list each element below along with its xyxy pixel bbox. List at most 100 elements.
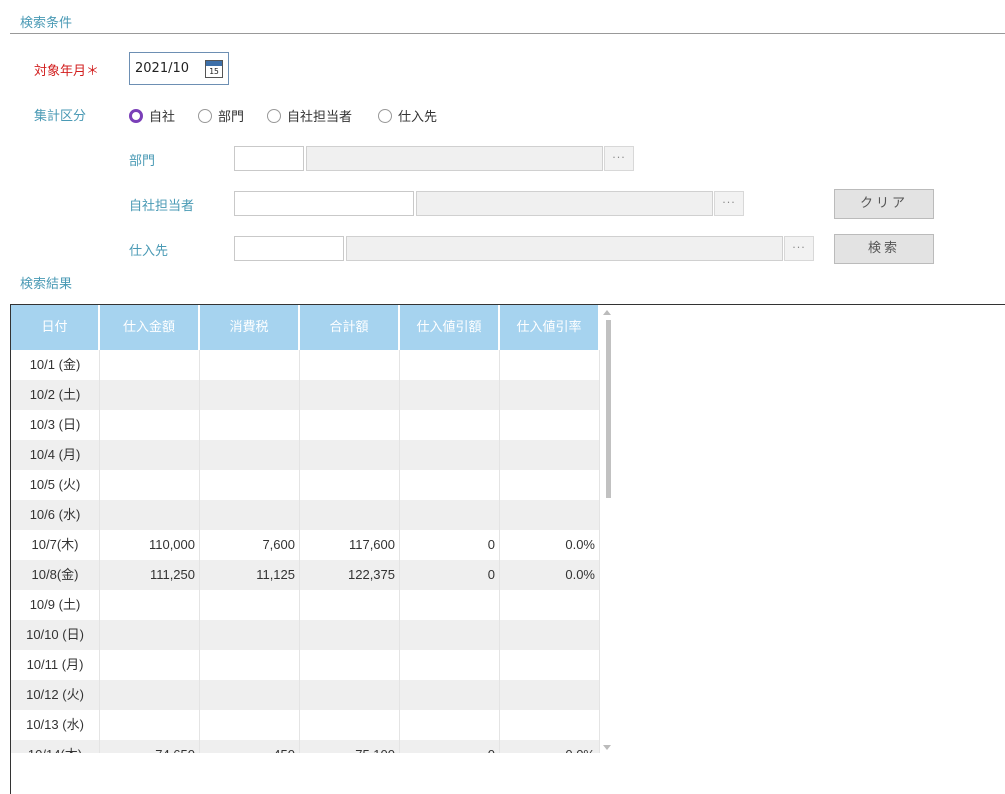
column-header-date[interactable]: 日付 (11, 305, 100, 350)
scroll-up-arrow-icon[interactable] (603, 310, 611, 315)
cell-discount-amount (400, 410, 500, 440)
radio-supplier[interactable]: 仕入先 (378, 106, 437, 125)
cell-discount-rate (500, 440, 600, 470)
radio-unselected-icon (198, 108, 212, 123)
cell-total (300, 590, 400, 620)
scroll-thumb[interactable] (606, 320, 611, 498)
cell-discount-rate: 0.0% (500, 740, 600, 753)
cell-total: 75,100 (300, 740, 400, 753)
target-month-field[interactable]: 2021/10 15 (129, 52, 229, 85)
cell-discount-rate: 0.0% (500, 530, 600, 560)
supplier-code-input[interactable] (234, 236, 344, 261)
column-header-discount-rate[interactable]: 仕入値引率 (500, 305, 600, 350)
scroll-down-arrow-icon[interactable] (603, 745, 611, 750)
cell-discount-amount (400, 680, 500, 710)
cell-discount-amount (400, 500, 500, 530)
cell-purchase-amount (100, 500, 200, 530)
cell-purchase-amount (100, 440, 200, 470)
cell-date: 10/14(木) (11, 740, 100, 753)
table-row[interactable]: 10/13 (水) (11, 710, 600, 740)
cell-tax (200, 440, 300, 470)
cell-tax: 450 (200, 740, 300, 753)
staff-name-display (416, 191, 713, 216)
grid-header: 日付 仕入金額 消費税 合計額 仕入値引額 仕入値引率 (11, 305, 600, 350)
cell-total (300, 440, 400, 470)
cell-purchase-amount (100, 680, 200, 710)
clear-button[interactable]: クリア (834, 189, 934, 219)
table-row[interactable]: 10/7(木) 110,000 7,600 117,600 0 0.0% (11, 530, 600, 560)
cell-discount-amount: 0 (400, 530, 500, 560)
supplier-lookup-button[interactable]: ··· (784, 236, 814, 261)
table-row[interactable]: 10/12 (火) (11, 680, 600, 710)
table-row[interactable]: 10/6 (水) (11, 500, 600, 530)
cell-discount-amount (400, 650, 500, 680)
cell-date: 10/8(金) (11, 560, 100, 590)
cell-discount-rate (500, 710, 600, 740)
cell-discount-rate (500, 680, 600, 710)
cell-discount-amount (400, 590, 500, 620)
table-row[interactable]: 10/10 (日) (11, 620, 600, 650)
department-lookup-button[interactable]: ··· (604, 146, 634, 171)
calendar-icon[interactable]: 15 (205, 60, 223, 78)
table-row[interactable]: 10/1 (金) (11, 350, 600, 380)
cell-purchase-amount (100, 650, 200, 680)
staff-lookup-button[interactable]: ··· (714, 191, 744, 216)
cell-purchase-amount (100, 350, 200, 380)
cell-tax (200, 680, 300, 710)
cell-purchase-amount: 74,650 (100, 740, 200, 753)
cell-total (300, 350, 400, 380)
radio-own-company[interactable]: 自社 (129, 106, 175, 125)
column-header-discount-amount[interactable]: 仕入値引額 (400, 305, 500, 350)
radio-unselected-icon (267, 108, 281, 123)
cell-date: 10/7(木) (11, 530, 100, 560)
table-row[interactable]: 10/5 (火) (11, 470, 600, 500)
cell-tax (200, 620, 300, 650)
cell-date: 10/9 (土) (11, 590, 100, 620)
column-header-total[interactable]: 合計額 (300, 305, 400, 350)
cell-purchase-amount: 110,000 (100, 530, 200, 560)
cell-purchase-amount (100, 620, 200, 650)
staff-code-input[interactable] (234, 191, 414, 216)
table-row[interactable]: 10/9 (土) (11, 590, 600, 620)
table-row[interactable]: 10/3 (日) (11, 410, 600, 440)
cell-total (300, 650, 400, 680)
grid-scrollbar[interactable] (603, 310, 613, 750)
staff-label: 自社担当者 (129, 199, 195, 214)
cell-tax (200, 380, 300, 410)
cell-date: 10/5 (火) (11, 470, 100, 500)
cell-date: 10/6 (水) (11, 500, 100, 530)
radio-department[interactable]: 部門 (198, 106, 244, 125)
cell-purchase-amount (100, 710, 200, 740)
cell-tax (200, 590, 300, 620)
table-row[interactable]: 10/8(金) 111,250 11,125 122,375 0 0.0% (11, 560, 600, 590)
supplier-name-display (346, 236, 783, 261)
column-header-purchase-amount[interactable]: 仕入金額 (100, 305, 200, 350)
cell-tax: 11,125 (200, 560, 300, 590)
cell-date: 10/4 (月) (11, 440, 100, 470)
cell-discount-amount: 0 (400, 560, 500, 590)
column-header-tax[interactable]: 消費税 (200, 305, 300, 350)
cell-total (300, 380, 400, 410)
department-code-input[interactable] (234, 146, 304, 171)
cell-purchase-amount (100, 410, 200, 440)
table-row[interactable]: 10/14(木)74,65045075,10000.0% (11, 740, 600, 753)
cell-discount-amount (400, 440, 500, 470)
cell-discount-amount (400, 710, 500, 740)
table-row[interactable]: 10/4 (月) (11, 440, 600, 470)
supplier-label: 仕入先 (129, 244, 169, 259)
cell-total (300, 620, 400, 650)
table-row[interactable]: 10/2 (土) (11, 380, 600, 410)
cell-discount-amount (400, 470, 500, 500)
cell-date: 10/12 (火) (11, 680, 100, 710)
cell-total (300, 500, 400, 530)
cell-tax (200, 500, 300, 530)
table-row[interactable]: 10/11 (月) (11, 650, 600, 680)
radio-staff[interactable]: 自社担当者 (267, 106, 352, 125)
cell-purchase-amount: 111,250 (100, 560, 200, 590)
search-button[interactable]: 検索 (834, 234, 934, 264)
cell-tax: 7,600 (200, 530, 300, 560)
cell-discount-rate (500, 620, 600, 650)
cell-date: 10/1 (金) (11, 350, 100, 380)
cell-total (300, 680, 400, 710)
cell-tax (200, 710, 300, 740)
